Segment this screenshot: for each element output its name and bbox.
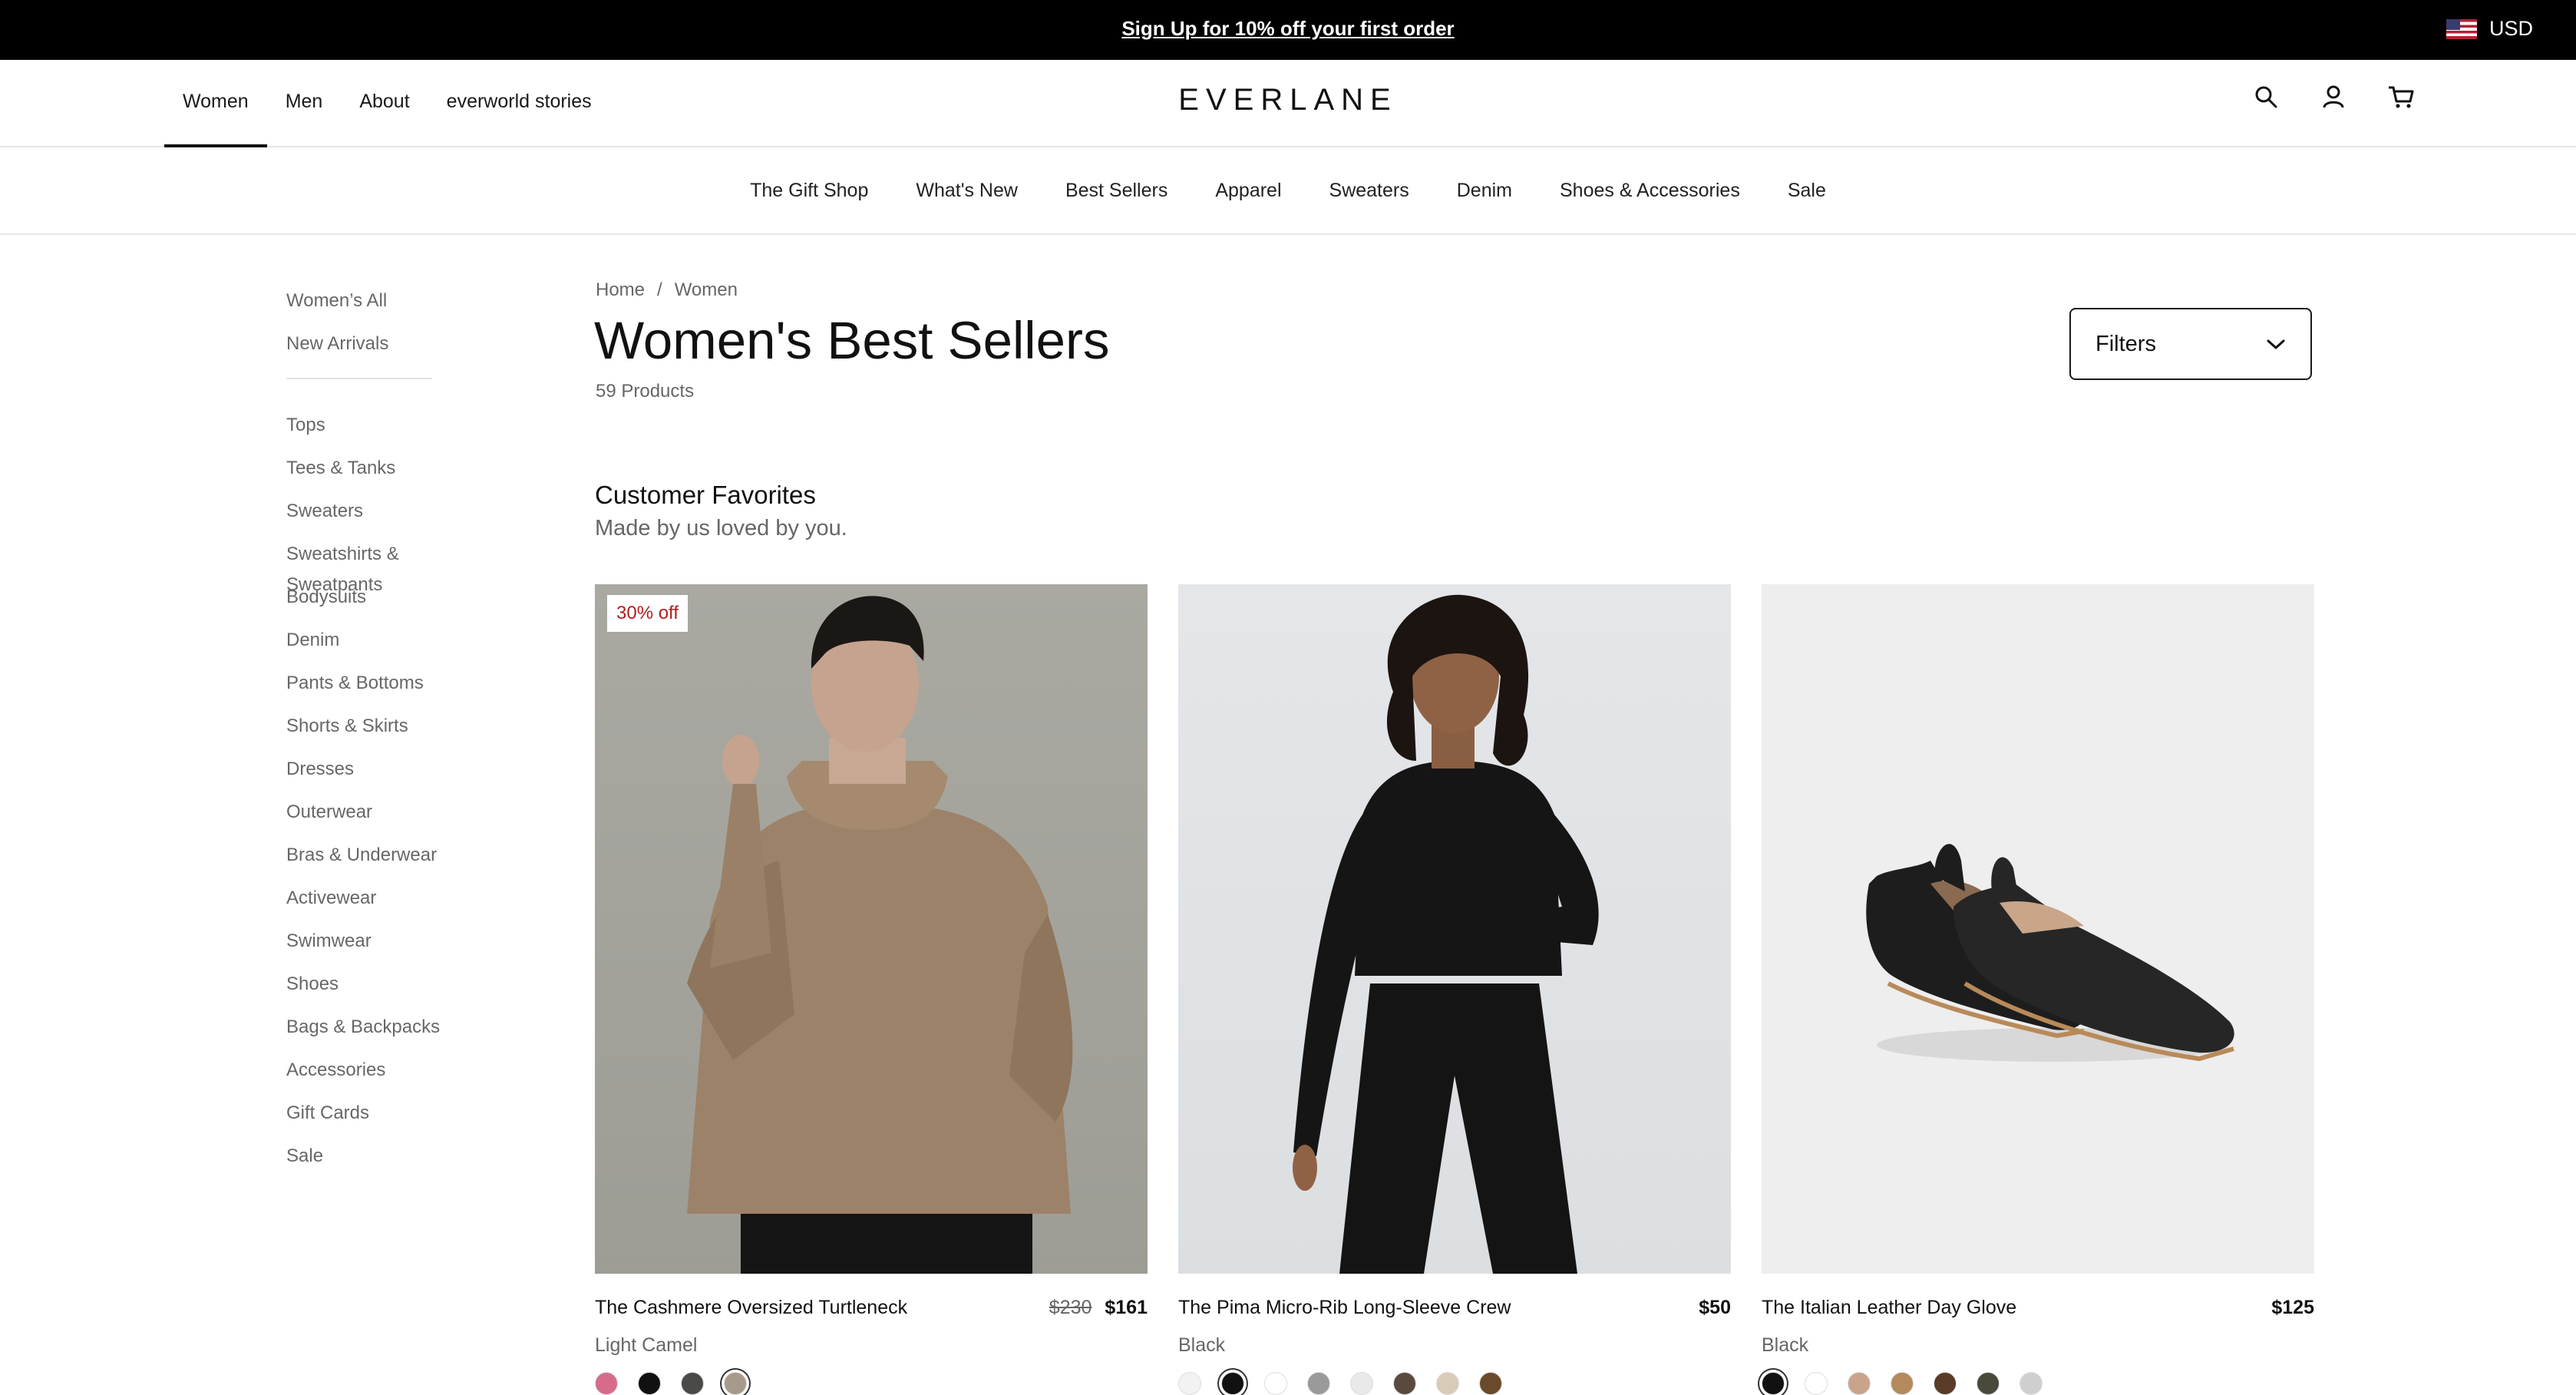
sidebar-item-denim[interactable]: Denim bbox=[286, 625, 486, 668]
product-price: $161 bbox=[1105, 1297, 1148, 1318]
sidebar-item-gift-cards[interactable]: Gift Cards bbox=[286, 1098, 486, 1141]
sidebar-item-tees-tanks[interactable]: Tees & Tanks bbox=[286, 453, 486, 496]
product-image[interactable]: 30% off bbox=[595, 584, 1148, 1274]
product-card[interactable]: The Pima Micro-Rib Long-Sleeve Crew $50 … bbox=[1178, 584, 1731, 1395]
subnav-denim[interactable]: Denim bbox=[1433, 180, 1536, 202]
sidebar-item-bodysuits[interactable]: Bodysuits bbox=[286, 582, 486, 625]
discount-badge: 30% off bbox=[607, 595, 688, 632]
color-swatch[interactable] bbox=[1350, 1372, 1373, 1395]
sidebar-item-womens-all[interactable]: Women’s All bbox=[286, 286, 486, 329]
sidebar-item-pants-bottoms[interactable]: Pants & Bottoms bbox=[286, 668, 486, 711]
product-price: $125 bbox=[2271, 1297, 2314, 1318]
breadcrumb-home[interactable]: Home bbox=[596, 279, 645, 301]
breadcrumb-current[interactable]: Women bbox=[675, 279, 738, 301]
currency-selector[interactable]: USD bbox=[2446, 17, 2533, 41]
sidebar-item-new-arrivals[interactable]: New Arrivals bbox=[286, 329, 486, 372]
subnav-whats-new[interactable]: What's New bbox=[892, 180, 1042, 202]
filters-label: Filters bbox=[2095, 331, 2156, 356]
sidebar-item-bras-underwear[interactable]: Bras & Underwear bbox=[286, 840, 486, 883]
account-icon[interactable] bbox=[2320, 83, 2347, 111]
sidebar-item-accessories[interactable]: Accessories bbox=[286, 1055, 486, 1098]
color-swatches bbox=[595, 1372, 1148, 1395]
product-color: Black bbox=[1178, 1334, 1226, 1356]
subnav-apparel[interactable]: Apparel bbox=[1191, 180, 1305, 202]
color-swatch[interactable] bbox=[1848, 1372, 1871, 1395]
color-swatch[interactable] bbox=[1805, 1372, 1828, 1395]
page-title: Women's Best Sellers bbox=[594, 311, 1110, 370]
sidebar-item-shorts-skirts[interactable]: Shorts & Skirts bbox=[286, 711, 486, 754]
promo-signup-link[interactable]: Sign Up for 10% off your first order bbox=[0, 17, 2576, 41]
color-swatch[interactable] bbox=[595, 1372, 618, 1395]
subnav-sweaters[interactable]: Sweaters bbox=[1306, 180, 1433, 202]
product-price: $50 bbox=[1699, 1297, 1731, 1318]
subnav-sale[interactable]: Sale bbox=[1764, 180, 1850, 202]
sidebar-item-sale[interactable]: Sale bbox=[286, 1141, 486, 1184]
promo-bar: Sign Up for 10% off your first order USD bbox=[0, 0, 2576, 60]
logo[interactable]: EVERLANE bbox=[0, 83, 2576, 117]
color-swatch[interactable] bbox=[1977, 1372, 2000, 1395]
sidebar-item-sweatshirts-sweatpants[interactable]: Sweatshirts & Sweatpants bbox=[286, 539, 486, 595]
color-swatch[interactable] bbox=[681, 1372, 704, 1395]
product-count: 59 Products bbox=[596, 381, 695, 402]
product-name[interactable]: The Italian Leather Day Glove bbox=[1762, 1297, 2016, 1319]
product-color: Black bbox=[1762, 1334, 1809, 1356]
sidebar-item-swimwear[interactable]: Swimwear bbox=[286, 926, 486, 969]
color-swatch[interactable] bbox=[1479, 1372, 1502, 1395]
product-name[interactable]: The Pima Micro-Rib Long-Sleeve Crew bbox=[1178, 1297, 1511, 1319]
subnav-gift-shop[interactable]: The Gift Shop bbox=[726, 180, 892, 202]
color-swatch[interactable] bbox=[1436, 1372, 1459, 1395]
cart-icon[interactable] bbox=[2387, 83, 2415, 111]
color-swatch[interactable] bbox=[1891, 1372, 1914, 1395]
sidebar-item-tops[interactable]: Tops bbox=[286, 410, 486, 453]
chevron-down-icon bbox=[2266, 332, 2286, 357]
section-title: Customer Favorites bbox=[595, 481, 816, 509]
color-swatch[interactable] bbox=[2020, 1372, 2043, 1395]
product-name[interactable]: The Cashmere Oversized Turtleneck bbox=[595, 1297, 907, 1319]
color-swatch[interactable] bbox=[1307, 1372, 1330, 1395]
color-swatch[interactable] bbox=[1221, 1372, 1244, 1395]
product-card[interactable]: 30% off The Cashmere Oversized Turtlenec… bbox=[595, 584, 1148, 1395]
color-swatch[interactable] bbox=[1934, 1372, 1957, 1395]
breadcrumb-separator: / bbox=[657, 279, 662, 300]
color-swatch[interactable] bbox=[1178, 1372, 1201, 1395]
subnav-best-sellers[interactable]: Best Sellers bbox=[1042, 180, 1191, 202]
sidebar-item-outerwear[interactable]: Outerwear bbox=[286, 797, 486, 840]
sidebar-item-dresses[interactable]: Dresses bbox=[286, 754, 486, 797]
product-card[interactable]: The Italian Leather Day Glove $125 Black bbox=[1762, 584, 2314, 1395]
search-icon[interactable] bbox=[2252, 83, 2280, 111]
currency-label: USD bbox=[2488, 17, 2533, 40]
color-swatch[interactable] bbox=[1393, 1372, 1416, 1395]
color-swatches bbox=[1178, 1372, 1731, 1395]
sidebar-item-activewear[interactable]: Activewear bbox=[286, 883, 486, 926]
color-swatch[interactable] bbox=[724, 1372, 747, 1395]
product-color: Light Camel bbox=[595, 1334, 698, 1356]
color-swatch[interactable] bbox=[1264, 1372, 1287, 1395]
breadcrumb: Home / Women bbox=[596, 279, 738, 301]
header-icons bbox=[2252, 83, 2415, 111]
sidebar-divider bbox=[286, 378, 432, 379]
category-nav: The Gift Shop What's New Best Sellers Ap… bbox=[0, 147, 2576, 235]
color-swatches bbox=[1762, 1372, 2314, 1395]
section-subtitle: Made by us loved by you. bbox=[595, 516, 847, 540]
us-flag-icon bbox=[2446, 18, 2477, 39]
color-swatch[interactable] bbox=[638, 1372, 661, 1395]
product-image[interactable] bbox=[1762, 584, 2314, 1274]
color-swatch[interactable] bbox=[1762, 1372, 1785, 1395]
sidebar: Women’s All New Arrivals Tops Tees & Tan… bbox=[286, 286, 486, 1184]
subnav-shoes-accessories[interactable]: Shoes & Accessories bbox=[1536, 180, 1764, 202]
product-image[interactable] bbox=[1178, 584, 1731, 1274]
filters-dropdown[interactable]: Filters bbox=[2069, 308, 2312, 380]
sidebar-item-bags-backpacks[interactable]: Bags & Backpacks bbox=[286, 1012, 486, 1055]
site-header: Women Men About everworld stories EVERLA… bbox=[0, 60, 2576, 147]
sidebar-item-sweaters[interactable]: Sweaters bbox=[286, 496, 486, 539]
product-original-price: $230 bbox=[1049, 1297, 1092, 1318]
sidebar-item-shoes[interactable]: Shoes bbox=[286, 969, 486, 1012]
